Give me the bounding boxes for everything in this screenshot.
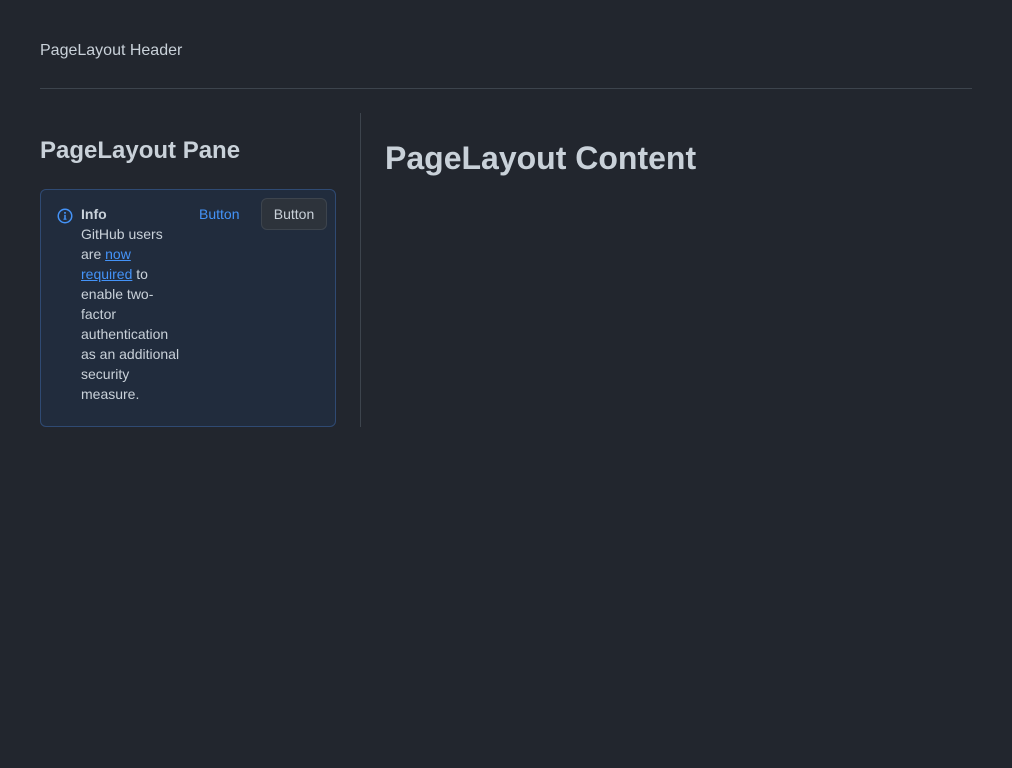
page-layout-header: PageLayout Header xyxy=(40,42,183,59)
page-layout: PageLayout Header PageLayout Pane Info G… xyxy=(0,0,1012,768)
banner-link-button[interactable]: Button xyxy=(199,204,239,224)
pane-divider xyxy=(360,113,361,427)
banner-secondary-button[interactable]: Button xyxy=(261,198,327,230)
header-divider xyxy=(40,88,972,89)
pane-title: PageLayout Pane xyxy=(40,137,241,164)
banner-text-after: to enable two-factor authentication as a… xyxy=(81,266,180,402)
info-icon xyxy=(57,208,73,224)
info-banner: Info GitHub users are now required to en… xyxy=(40,189,336,427)
content-title: PageLayout Content xyxy=(385,140,697,176)
banner-title: Info xyxy=(81,206,107,222)
banner-message: Info GitHub users are now required to en… xyxy=(81,204,185,404)
